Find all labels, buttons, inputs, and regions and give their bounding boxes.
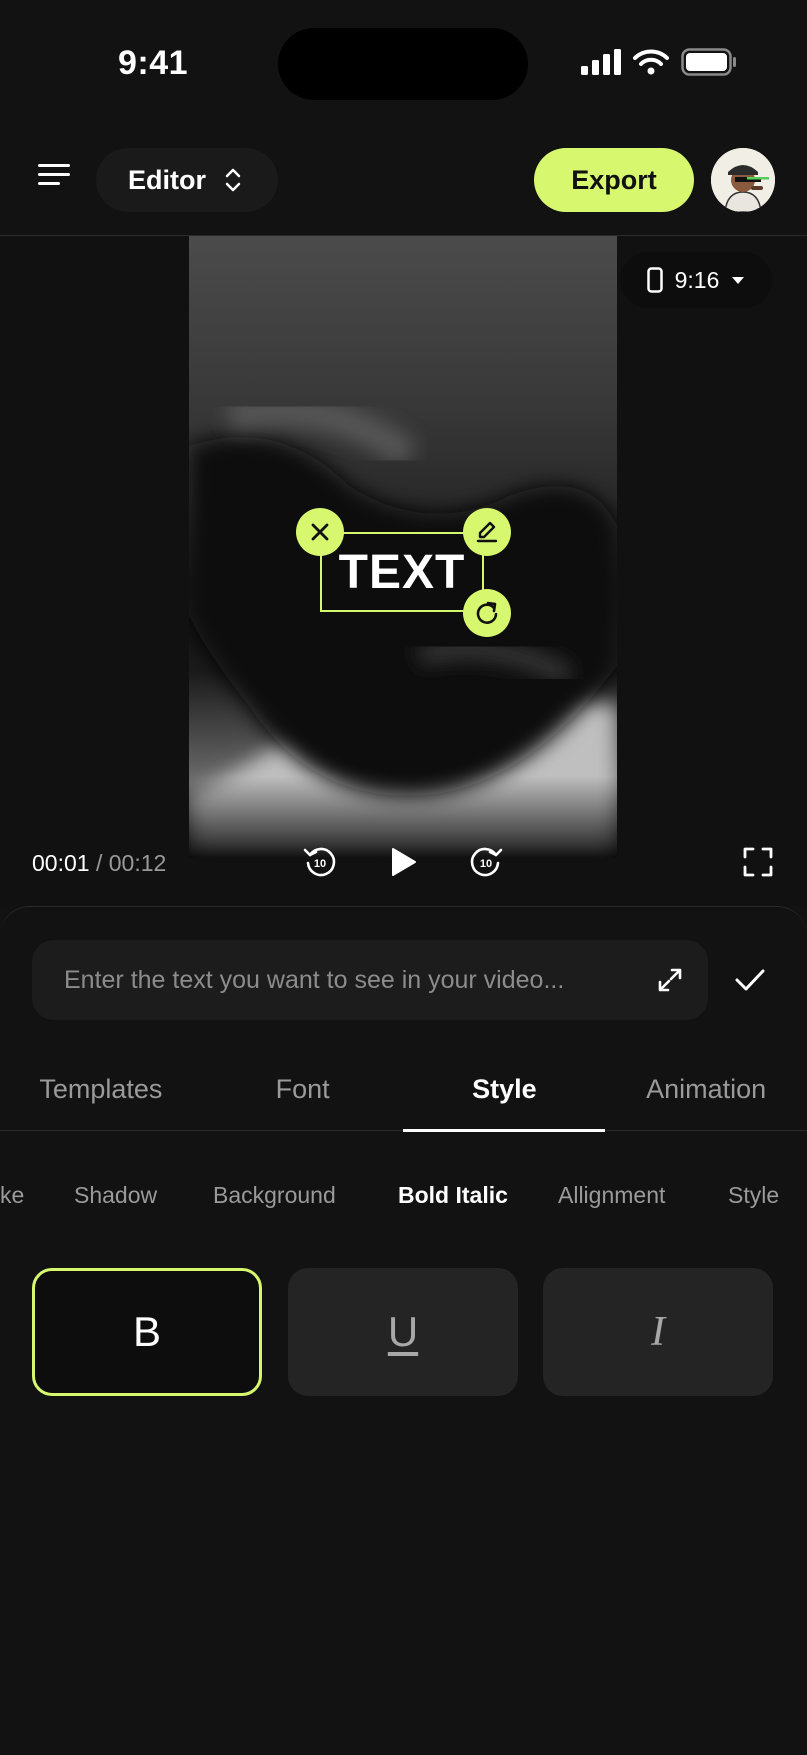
text-overlay-box[interactable]: TEXT: [320, 532, 484, 612]
expand-icon: [658, 968, 682, 992]
svg-text:10: 10: [480, 858, 492, 870]
rewind-10-icon: 10: [303, 847, 336, 877]
rotate-icon: [476, 601, 498, 624]
active-tab-indicator: [403, 1129, 605, 1132]
menu-icon: [38, 164, 70, 185]
style-subtabs: ke Shadow Background Bold Italic Allignm…: [0, 1182, 807, 1218]
edit-icon: [476, 521, 498, 543]
text-input[interactable]: [32, 940, 708, 1020]
total-time: 00:12: [108, 850, 167, 876]
avatar-image: [711, 148, 775, 212]
bold-label: B: [132, 1308, 161, 1355]
tab-font[interactable]: Font: [202, 1060, 404, 1132]
rotate-text-button[interactable]: [463, 589, 511, 637]
expand-input-button[interactable]: [650, 960, 690, 1000]
play-button[interactable]: [381, 840, 425, 884]
status-time: 9:41: [118, 44, 189, 82]
signal-icon: [581, 49, 621, 75]
tab-animation[interactable]: Animation: [605, 1060, 807, 1132]
subtab-style[interactable]: Style: [728, 1182, 779, 1209]
editor-tabs: Templates Font Style Animation: [0, 1060, 807, 1132]
italic-label: I: [651, 1309, 665, 1355]
aspect-ratio-label: 9:16: [674, 266, 720, 293]
underline-button[interactable]: U: [288, 1268, 518, 1396]
export-button[interactable]: Export: [534, 148, 694, 212]
menu-button[interactable]: [36, 160, 76, 200]
chevron-updown-icon: [225, 168, 241, 192]
tab-style[interactable]: Style: [404, 1060, 606, 1132]
caret-down-icon: [732, 277, 745, 284]
bold-button[interactable]: B: [32, 1268, 262, 1396]
wifi-icon: [633, 49, 669, 75]
subtab-alignment[interactable]: Allignment: [558, 1182, 665, 1209]
mode-selector[interactable]: Editor: [96, 148, 278, 212]
phone-icon: [646, 267, 663, 293]
subtab-bold-italic[interactable]: Bold Italic: [398, 1182, 508, 1209]
text-overlay: TEXT: [338, 545, 466, 599]
remove-text-button[interactable]: [296, 508, 344, 556]
time-separator: /: [95, 850, 103, 876]
edit-text-button[interactable]: [463, 508, 511, 556]
tab-templates[interactable]: Templates: [0, 1060, 202, 1132]
avatar[interactable]: [711, 148, 775, 212]
subtab-stroke[interactable]: ke: [0, 1182, 24, 1209]
close-icon: [311, 523, 329, 541]
aspect-ratio-selector[interactable]: 9:16: [620, 252, 772, 308]
rewind-10-button[interactable]: 10: [298, 840, 342, 884]
fullscreen-button[interactable]: [736, 840, 780, 884]
confirm-text-button[interactable]: [730, 960, 770, 1000]
forward-10-button[interactable]: 10: [464, 840, 508, 884]
underline-label: U: [387, 1308, 419, 1355]
play-icon: [392, 848, 416, 876]
subtab-shadow[interactable]: Shadow: [74, 1182, 157, 1209]
subtab-background[interactable]: Background: [213, 1182, 336, 1209]
timecode: 00:01 / 00:12: [32, 850, 166, 877]
mode-label: Editor: [128, 164, 206, 195]
current-time: 00:01: [32, 850, 90, 876]
check-icon: [735, 969, 765, 991]
italic-button[interactable]: I: [543, 1268, 773, 1396]
battery-icon: [681, 48, 736, 76]
svg-text:10: 10: [314, 858, 326, 870]
status-icons: [581, 48, 737, 76]
dynamic-island: [278, 28, 528, 100]
fullscreen-icon: [743, 847, 773, 877]
forward-10-icon: 10: [470, 847, 503, 877]
